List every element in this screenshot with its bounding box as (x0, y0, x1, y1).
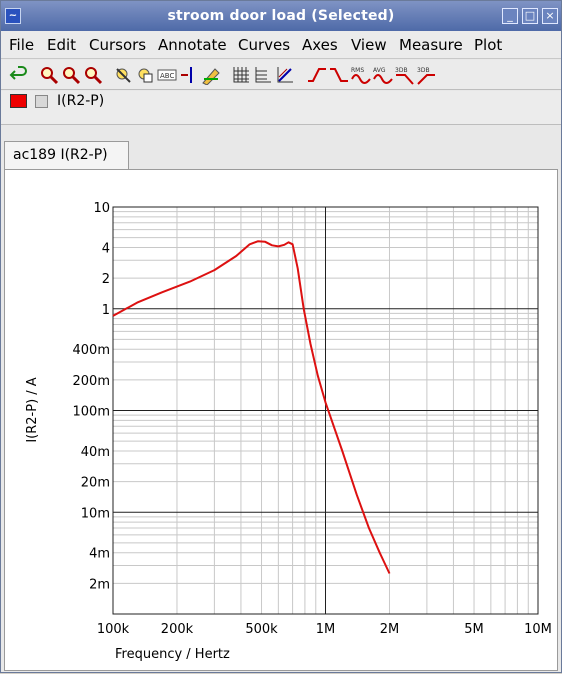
3db-alt-label: 3DB (417, 67, 430, 74)
grid-icon[interactable] (231, 65, 251, 85)
x-tick-label: 5M (464, 622, 484, 637)
add-cursor-icon[interactable] (179, 65, 199, 85)
y-tick-label: 100m (73, 405, 110, 420)
pan-icon[interactable] (135, 65, 155, 85)
close-button[interactable]: × (542, 8, 558, 24)
menu-bar: File Edit Cursors Annotate Curves Axes V… (1, 31, 561, 59)
menu-axes[interactable]: Axes (302, 36, 338, 54)
y-tick-label: 2m (89, 577, 110, 592)
plot-panel[interactable]: 100k 200k 500k 1M 2M 5M 10M 10 4 2 1 400m 200m 100m 40… (4, 169, 558, 671)
x-tick-label: 200k (161, 622, 194, 637)
title-bar[interactable]: ~ stroom door load (Selected) _ □ × (1, 1, 561, 31)
tab-ac189[interactable]: ac189 I(R2-P) (4, 141, 129, 169)
rms-icon[interactable]: RMS (351, 65, 371, 85)
y-tick-label: 2 (102, 272, 110, 287)
minimize-button[interactable]: _ (502, 8, 518, 24)
y-tick-label: 40m (81, 445, 110, 460)
menu-annotate[interactable]: Annotate (158, 36, 227, 54)
3db-label: 3DB (395, 67, 408, 74)
chart-svg[interactable]: 100k 200k 500k 1M 2M 5M 10M 10 4 2 1 400m 200m 100m 40… (5, 170, 557, 670)
zoom-out-icon[interactable] (61, 65, 81, 85)
avg-icon[interactable]: AVG (373, 65, 393, 85)
menu-edit[interactable]: Edit (47, 36, 76, 54)
y-tick-label: 10m (81, 506, 110, 521)
x-tick-label: 1M (316, 622, 336, 637)
x-tick-label: 10M (524, 622, 552, 637)
zoom-in-icon[interactable] (39, 65, 59, 85)
menu-file[interactable]: File (9, 36, 34, 54)
maximize-button[interactable]: □ (522, 8, 538, 24)
rising-edge-icon[interactable] (307, 65, 327, 85)
y-tick-label: 20m (81, 476, 110, 491)
menu-plot[interactable]: Plot (474, 36, 502, 54)
legend-visibility-checkbox[interactable] (35, 95, 48, 108)
y-tick-label: 4m (89, 547, 110, 562)
y-tick-label: 10 (93, 201, 110, 216)
y-tick-label: 200m (73, 374, 110, 389)
x-tick-label: 100k (97, 622, 130, 637)
svg-text:ABC: ABC (160, 72, 174, 80)
legend-curve-label[interactable]: I(R2-P) (57, 93, 104, 109)
curve-edit-icon[interactable] (201, 65, 221, 86)
falling-edge-icon[interactable] (329, 65, 349, 85)
axis-alt-icon[interactable] (275, 65, 295, 85)
app-window: ~ stroom door load (Selected) _ □ × File… (0, 0, 562, 673)
select-icon[interactable] (113, 65, 133, 85)
window-title: stroom door load (Selected) (167, 8, 395, 24)
zoom-fit-icon[interactable] (83, 65, 103, 85)
y-tick-label: 1 (102, 303, 110, 318)
rms-label: RMS (351, 67, 364, 74)
avg-label: AVG (373, 67, 386, 74)
undo-icon[interactable] (9, 65, 29, 85)
y-tick-label: 4 (102, 241, 110, 256)
x-tick-label: 500k (245, 622, 278, 637)
y-axis-label: I(R2-P) / A (25, 377, 40, 442)
axis-icon[interactable] (253, 65, 273, 85)
menu-cursors[interactable]: Cursors (89, 36, 146, 54)
menu-curves[interactable]: Curves (238, 36, 290, 54)
y-tick-label: 400m (73, 343, 110, 358)
3db-icon[interactable]: 3DB (395, 65, 415, 85)
menu-view[interactable]: View (351, 36, 387, 54)
3db-alt-icon[interactable]: 3DB (417, 65, 437, 85)
menu-measure[interactable]: Measure (399, 36, 463, 54)
toolbar: ABC RMS AVG 3DB 3DB (1, 60, 561, 90)
series-line (112, 240, 391, 574)
legend-color-swatch[interactable] (10, 94, 27, 108)
label-icon[interactable]: ABC (157, 65, 177, 85)
x-axis-label: Frequency / Hertz (115, 647, 230, 662)
x-tick-label: 2M (380, 622, 400, 637)
